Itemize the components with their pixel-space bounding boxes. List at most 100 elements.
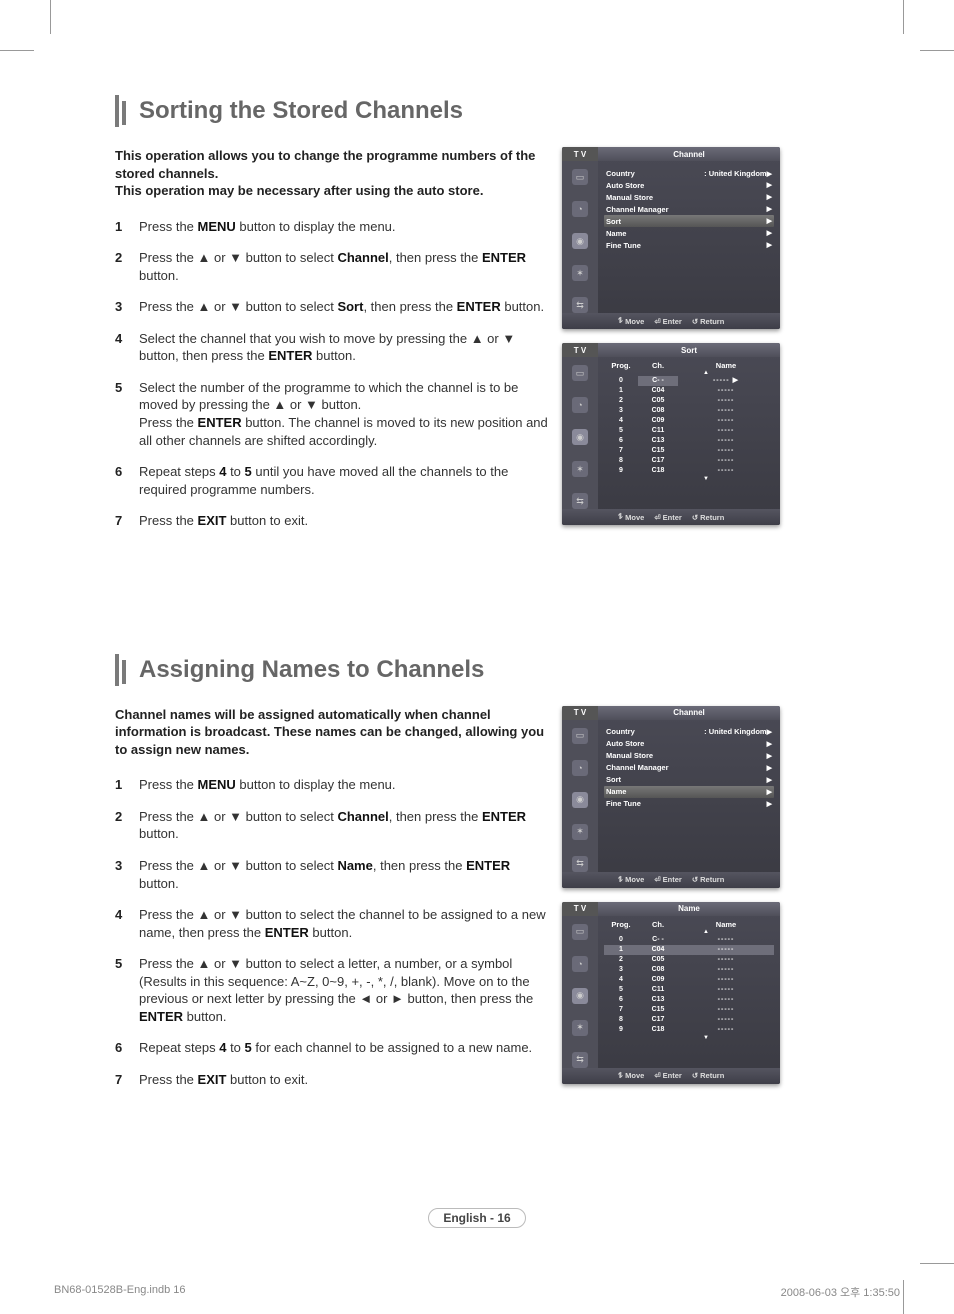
down-arrow-icon: ▼ xyxy=(638,1035,774,1041)
osd-column: T V Channel ▭ ◔ ◉ ✶ ⇆ xyxy=(562,147,780,544)
osd-sidebar-icons: ▭ ◔ ◉ ✶ ⇆ xyxy=(562,916,598,1068)
osd-menu-list: Country: United Kingdom▶ Auto Store▶ Man… xyxy=(598,161,780,313)
step: Repeat steps 4 to 5 for each channel to … xyxy=(139,1039,550,1057)
step: Press the ▲ or ▼ button to select the ch… xyxy=(139,906,550,941)
setup-icon: ✶ xyxy=(572,265,588,281)
col-name: Name xyxy=(678,920,774,929)
sound-icon: ◔ xyxy=(572,201,588,217)
step: Repeat steps 4 to 5 until you have moved… xyxy=(139,463,550,498)
osd-menu-list: Country: United Kingdom▶ Auto Store▶ Man… xyxy=(598,720,780,872)
picture-icon: ▭ xyxy=(572,169,588,185)
menu-item: Fine Tune xyxy=(606,799,641,808)
input-icon: ⇆ xyxy=(572,297,588,313)
step: Press the ▲ or ▼ button to select Sort, … xyxy=(139,298,550,316)
sound-icon: ◔ xyxy=(572,397,588,413)
step: Press the ▲ or ▼ button to select Name, … xyxy=(139,857,550,892)
setup-icon: ✶ xyxy=(572,1020,588,1036)
osd-tv-label: T V xyxy=(562,706,598,720)
step: Press the EXIT button to exit. xyxy=(139,512,550,530)
page: Sorting the Stored Channels This operati… xyxy=(0,0,954,1314)
heading-bar: Sorting the Stored Channels xyxy=(115,95,914,127)
menu-item: Fine Tune xyxy=(606,241,641,250)
menu-item: Manual Store xyxy=(606,751,653,760)
osd-name-list: T V Name ▭ ◔ ◉ ✶ ⇆ xyxy=(562,902,780,1084)
step: Select the channel that you wish to move… xyxy=(139,330,550,365)
osd-tv-label: T V xyxy=(562,343,598,357)
channel-icon: ◉ xyxy=(572,233,588,249)
accent-bar xyxy=(122,660,126,684)
step: Press the ▲ or ▼ button to select Channe… xyxy=(139,808,550,843)
col-prog: Prog. xyxy=(604,361,638,370)
channel-icon: ◉ xyxy=(572,792,588,808)
osd-footer: ⥮ Move ⏎ Enter ↺ Return xyxy=(562,872,780,888)
menu-item: Name xyxy=(606,229,626,238)
col-ch: Ch. xyxy=(638,361,678,370)
setup-icon: ✶ xyxy=(572,461,588,477)
picture-icon: ▭ xyxy=(572,924,588,940)
instructions-left: This operation allows you to change the … xyxy=(115,147,550,544)
accent-bar xyxy=(115,654,119,686)
menu-item: Channel Manager xyxy=(606,763,669,772)
col-name: Name xyxy=(678,361,774,370)
channel-icon: ◉ xyxy=(572,988,588,1004)
osd-channel-table: Prog. Ch. Name ▲ 0C- ------ 1C04----- 2C… xyxy=(598,916,780,1068)
channel-icon: ◉ xyxy=(572,429,588,445)
steps-list: 1Press the MENU button to display the me… xyxy=(115,776,550,1088)
menu-item: Country xyxy=(606,727,635,736)
intro-text: This operation allows you to change the … xyxy=(115,147,550,200)
osd-title: Name xyxy=(598,902,780,916)
input-icon: ⇆ xyxy=(572,493,588,509)
sound-icon: ◔ xyxy=(572,760,588,776)
menu-item: Sort xyxy=(606,775,621,784)
col-ch: Ch. xyxy=(638,920,678,929)
section-title: Sorting the Stored Channels xyxy=(139,97,463,125)
osd-sidebar-icons: ▭ ◔ ◉ ✶ ⇆ xyxy=(562,720,598,872)
osd-footer: ⥮ Move ⏎ Enter ↺ Return xyxy=(562,313,780,329)
menu-item-selected: Name xyxy=(606,787,626,796)
menu-item: Auto Store xyxy=(606,181,644,190)
steps-list: 1Press the MENU button to display the me… xyxy=(115,218,550,530)
heading-bar: Assigning Names to Channels xyxy=(115,654,914,686)
osd-sidebar-icons: ▭ ◔ ◉ ✶ ⇆ xyxy=(562,357,598,509)
section-naming: Assigning Names to Channels Channel name… xyxy=(115,654,914,1103)
menu-item: Country xyxy=(606,169,635,178)
page-number: English - 16 xyxy=(0,1208,954,1228)
instructions-left: Channel names will be assigned automatic… xyxy=(115,706,550,1103)
picture-icon: ▭ xyxy=(572,365,588,381)
down-arrow-icon: ▼ xyxy=(638,476,774,482)
osd-column: T V Channel ▭ ◔ ◉ ✶ ⇆ xyxy=(562,706,780,1103)
menu-item: Manual Store xyxy=(606,193,653,202)
osd-title: Channel xyxy=(598,147,780,161)
osd-tv-label: T V xyxy=(562,147,598,161)
menu-item: Channel Manager xyxy=(606,205,669,214)
osd-channel-sort: T V Channel ▭ ◔ ◉ ✶ ⇆ xyxy=(562,147,780,329)
move-hint: ⥮ Move xyxy=(618,316,645,326)
accent-bar xyxy=(115,95,119,127)
step: Press the EXIT button to exit. xyxy=(139,1071,550,1089)
menu-item: Auto Store xyxy=(606,739,644,748)
osd-sidebar-icons: ▭ ◔ ◉ ✶ ⇆ xyxy=(562,161,598,313)
return-hint: ↺ Return xyxy=(692,316,724,326)
menu-item-selected: Sort xyxy=(606,217,621,226)
content-area: Sorting the Stored Channels This operati… xyxy=(0,0,954,1103)
osd-channel-table: Prog. Ch. Name ▲ 0C- ------▶ 1C04----- 2… xyxy=(598,357,780,509)
input-icon: ⇆ xyxy=(572,856,588,872)
imprint-footer: BN68-01528B-Eng.indb 16 2008-06-03 오후 1:… xyxy=(54,1284,900,1300)
picture-icon: ▭ xyxy=(572,728,588,744)
sound-icon: ◔ xyxy=(572,956,588,972)
col-prog: Prog. xyxy=(604,920,638,929)
intro-text: Channel names will be assigned automatic… xyxy=(115,706,550,759)
osd-channel-name: T V Channel ▭ ◔ ◉ ✶ ⇆ xyxy=(562,706,780,888)
section-sorting: Sorting the Stored Channels This operati… xyxy=(115,95,914,544)
timestamp: 2008-06-03 오후 1:35:50 xyxy=(781,1284,900,1300)
input-icon: ⇆ xyxy=(572,1052,588,1068)
file-name: BN68-01528B-Eng.indb 16 xyxy=(54,1284,185,1300)
step: Press the MENU button to display the men… xyxy=(139,776,550,794)
osd-title: Sort xyxy=(598,343,780,357)
osd-footer: ⥮ Move ⏎ Enter ↺ Return xyxy=(562,1068,780,1084)
osd-footer: ⥮ Move ⏎ Enter ↺ Return xyxy=(562,509,780,525)
setup-icon: ✶ xyxy=(572,824,588,840)
osd-sort-list: T V Sort ▭ ◔ ◉ ✶ ⇆ xyxy=(562,343,780,525)
osd-tv-label: T V xyxy=(562,902,598,916)
step: Select the number of the programme to wh… xyxy=(139,379,550,449)
